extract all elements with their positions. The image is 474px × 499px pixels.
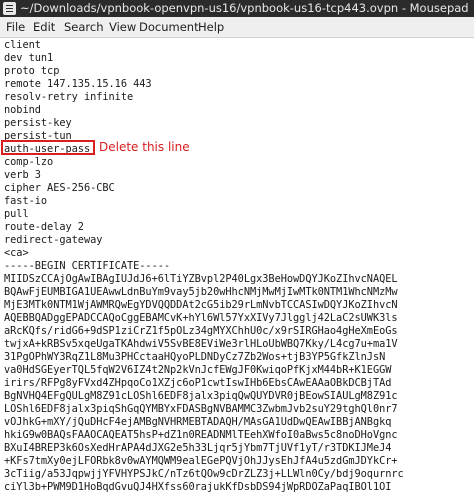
code-line: 3cTiig/a53JqpwjjYFVHYPSJkC/nTz6tQOw9cDrZ… <box>4 468 404 480</box>
code-line: <ca> <box>4 247 29 259</box>
code-line: -----BEGIN CERTIFICATE----- <box>4 260 171 272</box>
code-line: verb 3 <box>4 169 41 181</box>
code-line: BgNVHQ4EFgQULgM8Z91cLOShl6EDF8jalx3piqQw… <box>4 390 398 402</box>
mousepad-icon <box>3 2 16 15</box>
code-line: BXuI4BREP3k6OsXedHrAPA4dJXG2e5h33Ljqr5jY… <box>4 442 392 454</box>
code-line: +KFs7tmXy0ejLFORbk8v0wAYMQWM9ealEGePQVjO… <box>4 455 398 467</box>
code-line: twjxA+kRBSv5xqeUgaTKAhdwiV5SvBE8EViWe3rl… <box>4 338 398 350</box>
annotation-label: Delete this line <box>99 140 190 154</box>
highlight-box <box>1 140 95 155</box>
code-line: BQAwFjEUMBIGA1UEAwwLdnBuYm9vay5jb20wHhcN… <box>4 286 398 298</box>
code-line: cipher AES-256-CBC <box>4 182 115 194</box>
code-line: comp-lzo <box>4 156 54 168</box>
code-line: LOShl6EDF8jalx3piqShGqQYMBYxFDASBgNVBAMM… <box>4 403 398 415</box>
menu-search[interactable]: Search <box>61 17 107 37</box>
code-line: hkiG9w0BAQsFAAOCAQEAT5hsP+dZ1n0READNMlTE… <box>4 429 398 441</box>
code-line: AQEBBQADggEPADCCAQoCggEBAMCvK+hYl6Wl57Yx… <box>4 312 398 324</box>
code-line: remote 147.135.15.16 443 <box>4 78 152 90</box>
code-line: route-delay 2 <box>4 221 84 233</box>
code-line: ciYl3b+PWM9D1HoBqdGvuQJ4HXfss60rajukKfDs… <box>4 481 392 493</box>
menubar: File Edit Search View Document Help <box>0 17 474 38</box>
code-line: redirect-gateway <box>4 234 103 246</box>
window-title: ~/Downloads/vpnbook-openvpn-us16/vpnbook… <box>20 1 469 15</box>
code-line: va0HdSGEyerTQL5fqW2V6IZ4t2Np2kVnJcfEWgJF… <box>4 364 392 376</box>
menu-edit[interactable]: Edit <box>30 17 58 37</box>
code-line: proto tcp <box>4 65 60 77</box>
window-titlebar[interactable]: ~/Downloads/vpnbook-openvpn-us16/vpnbook… <box>0 0 474 17</box>
menu-document[interactable]: Document <box>136 17 202 37</box>
code-line: MIIDSzCCAjOgAwIBAgIUJdJ6+6lTiYZBvpl2P40L… <box>4 273 398 285</box>
text-editor[interactable]: client dev tun1 proto tcp remote 147.135… <box>0 38 474 499</box>
code-line: pull <box>4 208 29 220</box>
code-line: 31PgOPhWY3RqZ1L8Mu3PHCctaaHQyoPLDNDyCz7Z… <box>4 351 386 363</box>
menu-view[interactable]: View <box>106 17 139 37</box>
menu-file[interactable]: File <box>3 17 28 37</box>
code-line: client <box>4 39 41 51</box>
code-line: nobind <box>4 104 41 116</box>
code-line: fast-io <box>4 195 48 207</box>
code-line: dev tun1 <box>4 52 54 64</box>
code-line: resolv-retry infinite <box>4 91 134 103</box>
code-line: persist-key <box>4 117 72 129</box>
code-line: aRcKQfs/ridG6+9dSP1ziCrZ1f5pOLz34gMYXChh… <box>4 325 398 337</box>
code-line: irirs/RFPg8yFVxd4ZHpqoCo1XZjc6oP1cwtIswI… <box>4 377 392 389</box>
code-line: MjE3MTk0NTM1WjAWMRQwEgYDVQQDDAt2cG5ib29r… <box>4 299 398 311</box>
code-line: vOJhkG+mXY/jQuDHcF4ejAMBgNVHRMEBTADAQH/M… <box>4 416 392 428</box>
menu-help[interactable]: Help <box>195 17 227 37</box>
